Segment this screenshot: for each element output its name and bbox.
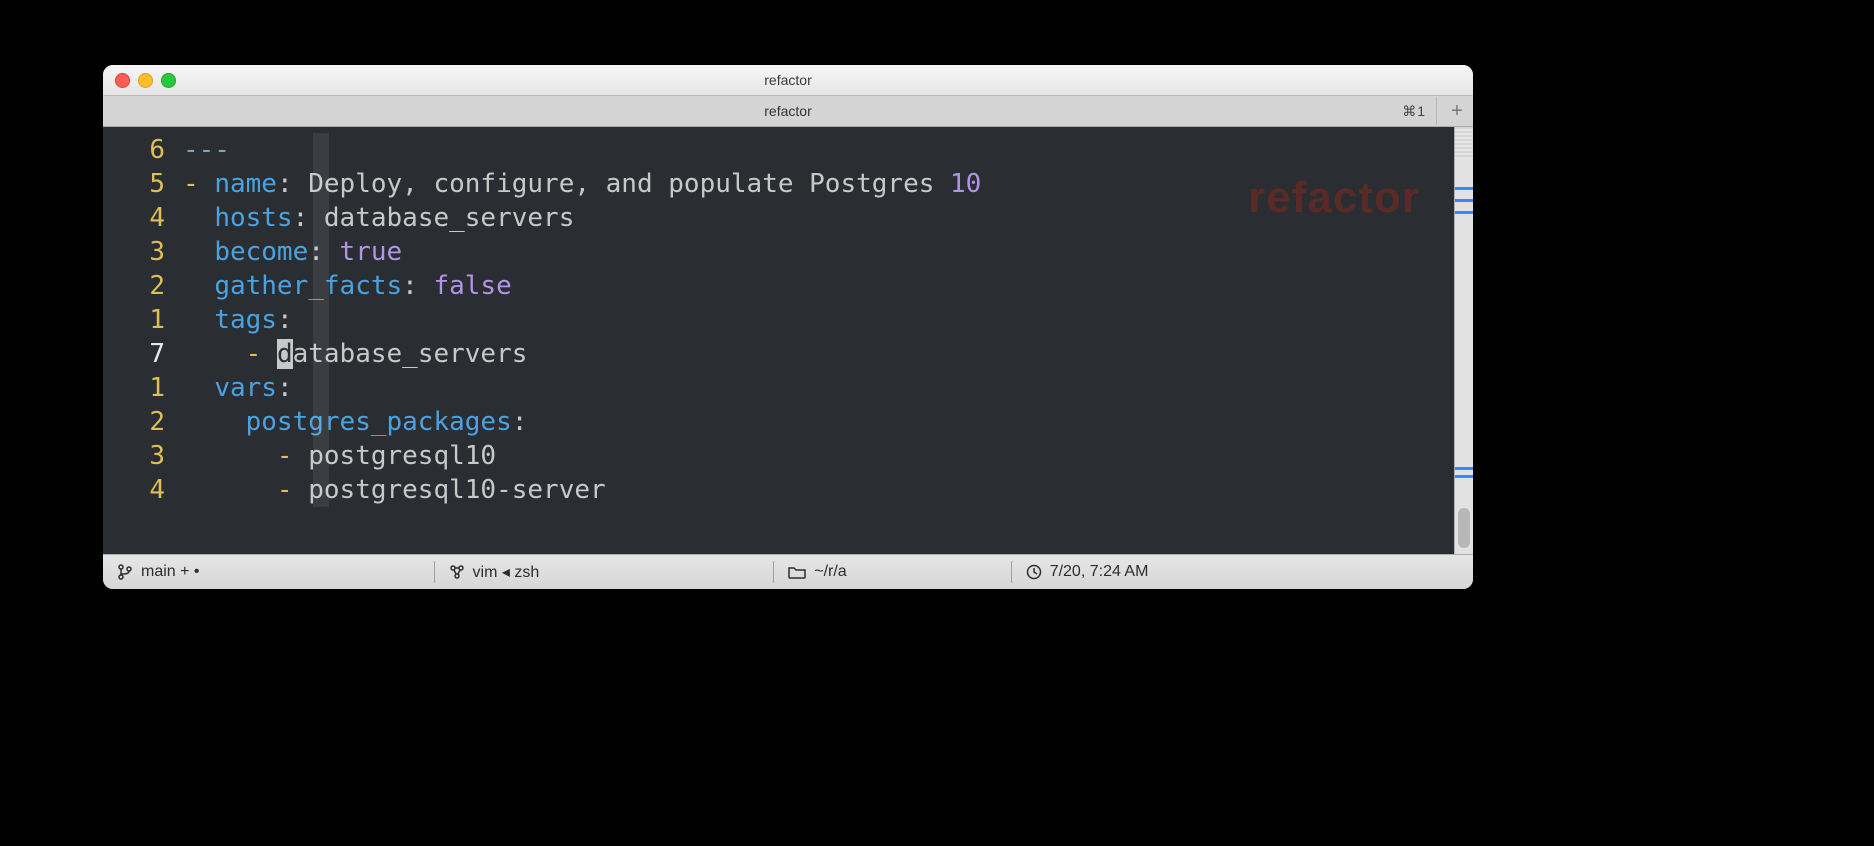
status-process[interactable]: vim ◂ zsh	[435, 555, 554, 589]
line-number: 4	[103, 473, 177, 507]
code-content: ---	[183, 133, 230, 167]
minimap-marker	[1455, 475, 1473, 478]
cursor: d	[277, 339, 293, 369]
line-number: 3	[103, 235, 177, 269]
code-line[interactable]: 6---	[103, 133, 1454, 167]
node-icon	[449, 564, 465, 580]
code-line[interactable]: 2 gather_facts: false	[103, 269, 1454, 303]
status-path-text: ~/r/a	[814, 563, 846, 581]
code-line[interactable]: 1 vars:	[103, 371, 1454, 405]
code-line[interactable]: 7 - database_servers	[103, 337, 1454, 371]
line-number: 2	[103, 405, 177, 439]
scrollbar-thumb[interactable]	[1458, 508, 1470, 548]
line-number: 7	[103, 337, 177, 371]
minimap-marker	[1455, 211, 1473, 214]
code-content: gather_facts: false	[183, 269, 512, 303]
close-window-button[interactable]	[115, 73, 130, 88]
window-title: refactor	[103, 72, 1473, 88]
minimap-region	[1455, 127, 1473, 159]
clock-icon	[1026, 564, 1042, 580]
new-tab-button[interactable]: +	[1436, 97, 1469, 125]
line-number: 2	[103, 269, 177, 303]
code-line[interactable]: 2 postgres_packages:	[103, 405, 1454, 439]
code-line[interactable]: 4 - postgresql10-server	[103, 473, 1454, 507]
code-content: vars:	[183, 371, 293, 405]
line-number: 6	[103, 133, 177, 167]
titlebar: refactor	[103, 65, 1473, 96]
line-number: 4	[103, 201, 177, 235]
minimize-window-button[interactable]	[138, 73, 153, 88]
status-bar: main + • vim ◂ zsh ~/r/a	[103, 554, 1473, 589]
code-line[interactable]: 1 tags:	[103, 303, 1454, 337]
scrollbar[interactable]	[1454, 127, 1473, 554]
terminal-window: refactor refactor ⌘1 + refactor 6---5- n…	[103, 65, 1473, 589]
code-content: - postgresql10-server	[183, 473, 606, 507]
code-content: - name: Deploy, configure, and populate …	[183, 167, 981, 201]
code-content: hosts: database_servers	[183, 201, 574, 235]
tab-bar: refactor ⌘1 +	[103, 96, 1473, 127]
code-line[interactable]: 4 hosts: database_servers	[103, 201, 1454, 235]
minimap-marker	[1455, 187, 1473, 190]
status-time: 7/20, 7:24 AM	[1012, 555, 1163, 589]
folder-icon	[788, 564, 806, 580]
branch-icon	[117, 564, 133, 580]
code-content: - postgresql10	[183, 439, 496, 473]
status-branch[interactable]: main + •	[103, 555, 214, 589]
zoom-window-button[interactable]	[161, 73, 176, 88]
status-path[interactable]: ~/r/a	[774, 555, 860, 589]
code-line[interactable]: 3 - postgresql10	[103, 439, 1454, 473]
traffic-lights	[103, 73, 176, 88]
status-time-text: 7/20, 7:24 AM	[1050, 563, 1149, 581]
editor-area: refactor 6---5- name: Deploy, configure,…	[103, 127, 1473, 554]
code-editor[interactable]: refactor 6---5- name: Deploy, configure,…	[103, 127, 1454, 554]
line-number: 3	[103, 439, 177, 473]
line-number: 1	[103, 303, 177, 337]
code-content: postgres_packages:	[183, 405, 527, 439]
minimap-marker	[1455, 467, 1473, 470]
code-content: become: true	[183, 235, 402, 269]
minimap-marker	[1455, 199, 1473, 202]
tab-active[interactable]: refactor	[764, 103, 811, 119]
code-line[interactable]: 3 become: true	[103, 235, 1454, 269]
line-number: 1	[103, 371, 177, 405]
tab-shortcut-label: ⌘1	[1402, 103, 1426, 120]
status-process-text: vim ◂ zsh	[473, 562, 540, 582]
line-number: 5	[103, 167, 177, 201]
code-content: tags:	[183, 303, 293, 337]
status-branch-text: main + •	[141, 563, 200, 581]
code-line[interactable]: 5- name: Deploy, configure, and populate…	[103, 167, 1454, 201]
code-content: - database_servers	[183, 337, 527, 371]
